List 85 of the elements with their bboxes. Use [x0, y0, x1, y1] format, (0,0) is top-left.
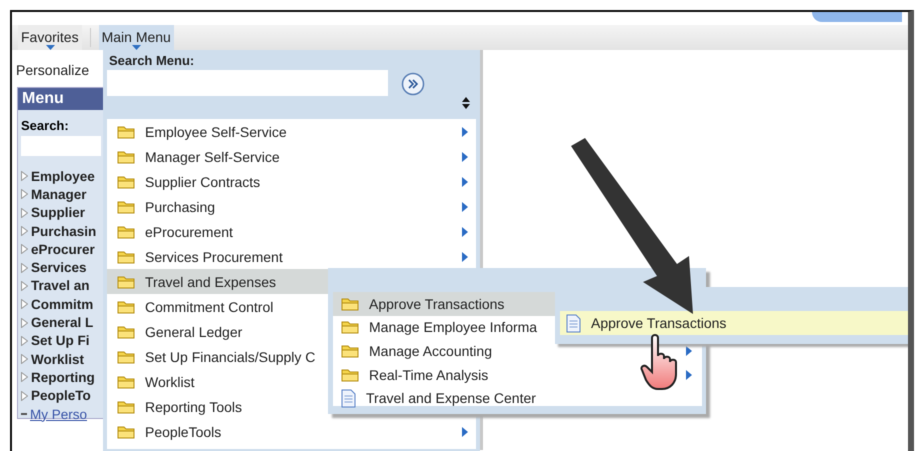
folder-icon	[117, 124, 135, 138]
menu-item-label: PeopleTools	[145, 424, 222, 440]
expand-triangle-icon	[21, 244, 28, 254]
search-menu-label: Search Menu:	[109, 53, 196, 68]
folder-icon	[117, 200, 135, 214]
search-field[interactable]	[21, 136, 101, 156]
folder-icon	[117, 150, 135, 164]
expand-triangle-icon	[21, 189, 28, 200]
expand-triangle-icon	[21, 318, 28, 328]
menu-item[interactable]: eProcurement	[107, 219, 476, 244]
go-button[interactable]	[401, 72, 425, 96]
menu-tree-item[interactable]: Set Up Fi	[31, 333, 90, 348]
menu-tree-item[interactable]: Purchasin	[31, 224, 96, 239]
folder-icon	[117, 374, 135, 388]
menu-item-label: Commitment Control	[145, 298, 274, 314]
expand-triangle-icon	[21, 354, 28, 364]
menu-item-label: Purchasing	[145, 198, 216, 214]
menu-item-label: Reporting Tools	[145, 398, 242, 414]
menu-item[interactable]: Services Procurement	[107, 244, 476, 269]
search-label: Search:	[20, 117, 70, 133]
menu-tree-item[interactable]: PeopleTo	[31, 388, 91, 404]
menu-item[interactable]: Manager Self-Service	[107, 144, 476, 169]
menu-item-label: Travel and Expense Center	[366, 390, 536, 406]
menu-item[interactable]: PeopleTools	[107, 419, 476, 444]
menu-tree-item[interactable]: Services	[31, 260, 87, 276]
menu-tree-item[interactable]: General L	[31, 315, 94, 330]
menu-item[interactable]: Supplier Contracts	[107, 169, 476, 194]
document-icon	[566, 314, 581, 332]
menu-item-label: Approve Transactions	[369, 296, 504, 312]
folder-icon	[341, 344, 359, 358]
expand-triangle-icon	[21, 390, 28, 401]
expand-triangle-icon	[21, 336, 28, 346]
menu-tree-item[interactable]: Supplier	[31, 205, 86, 220]
menu-tree-item[interactable]: Manager	[31, 186, 87, 202]
collapse-dash-icon	[21, 413, 27, 415]
menu-item-label: General Ledger	[145, 324, 242, 340]
sort-icon[interactable]	[462, 97, 470, 109]
folder-icon	[341, 320, 359, 334]
expand-triangle-icon	[21, 171, 28, 182]
menu-tree-item[interactable]: Travel an	[31, 278, 90, 294]
expand-triangle-icon	[21, 280, 28, 291]
folder-icon	[117, 224, 135, 238]
menu-item-label: Employee Self-Service	[145, 124, 287, 140]
expand-triangle-icon	[21, 372, 28, 382]
menu-tree-item[interactable]: Commitm	[31, 296, 94, 312]
menu-item-label: eProcurement	[145, 224, 233, 240]
menu-tree-item[interactable]: Worklist	[31, 352, 84, 367]
folder-icon	[117, 250, 135, 264]
folder-icon	[117, 300, 135, 314]
menu-item[interactable]: Purchasing	[107, 194, 476, 219]
nav-menu-tab[interactable]: Favorites	[18, 25, 82, 50]
expand-triangle-icon	[21, 262, 28, 273]
search-menu-field[interactable]	[107, 70, 388, 96]
menu-item-label: Travel and Expenses	[145, 274, 276, 290]
menu-item-label: Manage Accounting	[369, 342, 492, 359]
menu-item-label: Worklist	[145, 374, 195, 390]
menu-item-label: Set Up Financials/Supply C	[145, 348, 316, 364]
expand-triangle-icon	[21, 208, 28, 218]
menu-item[interactable]: Approve Transactions	[560, 311, 908, 335]
my-personalization-link[interactable]: My Perso	[30, 406, 88, 422]
folder-icon	[341, 296, 359, 311]
folder-icon	[117, 174, 135, 188]
menu-item-label: Real-Time Analysis	[369, 366, 488, 383]
nav-menu-tab[interactable]: Main Menu	[98, 25, 174, 50]
menu-item-label: Supplier Contracts	[145, 174, 260, 190]
menu-item-label: Services Procurement	[145, 248, 283, 264]
folder-icon	[117, 274, 135, 288]
expand-triangle-icon	[21, 299, 28, 310]
menu-item-label: Manager Self-Service	[145, 148, 280, 164]
menu-item-label: Manage Employee Informa	[369, 319, 538, 336]
menu-tree-item[interactable]: Employee	[31, 168, 95, 184]
folder-icon	[341, 368, 359, 382]
folder-icon	[117, 350, 135, 364]
folder-icon	[117, 324, 135, 338]
expand-triangle-icon	[21, 226, 28, 236]
menu-item[interactable]: Travel and Expense Center	[333, 386, 702, 410]
folder-icon	[117, 400, 135, 414]
home-button[interactable]	[812, 12, 902, 22]
menu-tree-item[interactable]: eProcurer	[31, 242, 95, 257]
document-icon	[341, 388, 356, 408]
menu-item[interactable]: Employee Self-Service	[107, 119, 476, 144]
menu-item-label: Approve Transactions	[591, 315, 726, 331]
folder-icon	[117, 424, 135, 438]
menu-tree-item[interactable]: Reporting	[31, 370, 95, 385]
dropdown-caret-icon	[46, 45, 55, 50]
